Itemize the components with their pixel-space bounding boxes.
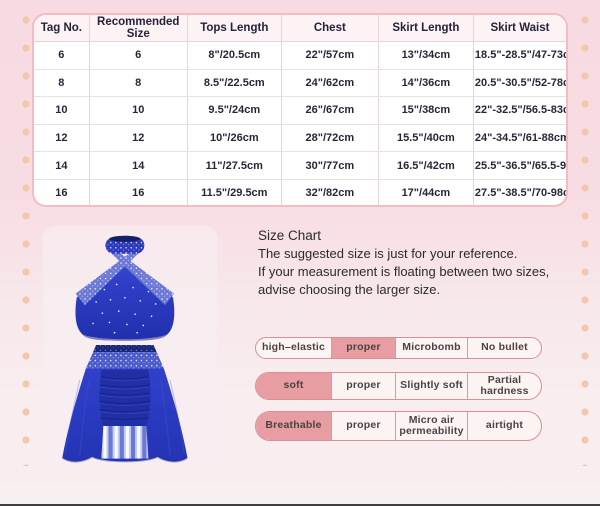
column-header: Skirt Waist bbox=[473, 15, 566, 42]
table-cell: 10 bbox=[89, 96, 188, 125]
table-cell: 6 bbox=[34, 41, 90, 70]
attribute-cell: Breathable bbox=[256, 412, 331, 440]
table-cell: 14"/36cm bbox=[378, 69, 474, 98]
table-cell: 8.5"/22.5cm bbox=[187, 69, 282, 98]
table-cell: 18.5"-28.5"/47-73cm bbox=[473, 41, 566, 70]
table-cell: 30"/77cm bbox=[281, 151, 379, 180]
attribute-cell: Slightly soft bbox=[395, 373, 467, 399]
table-cell: 26"/67cm bbox=[281, 96, 379, 125]
attribute-cell: proper bbox=[331, 373, 395, 399]
attribute-cell: proper bbox=[331, 338, 395, 358]
attribute-cell: Micro air permeability bbox=[395, 412, 467, 440]
table-cell: 10"/26cm bbox=[187, 124, 282, 153]
table-row: 10 10 9.5"/24cm 26"/67cm 15"/38cm 22"-32.5"/5… bbox=[34, 96, 566, 125]
attribute-cell: No bullet bbox=[467, 338, 541, 358]
table-cell: 11.5"/29.5cm bbox=[187, 179, 282, 205]
column-header: Skirt Length bbox=[378, 15, 474, 42]
attribute-cell: soft bbox=[256, 373, 331, 399]
size-note-line: The suggested size is just for your refe… bbox=[258, 246, 518, 261]
table-header-row: Tag No. Recommended Size Tops Length Chest S… bbox=[34, 15, 566, 42]
size-note-title: Size Chart bbox=[258, 228, 322, 243]
table-cell: 9.5"/24cm bbox=[187, 96, 282, 125]
table-cell: 8 bbox=[34, 69, 90, 98]
dotted-border-right bbox=[581, 16, 589, 466]
table-cell: 16 bbox=[34, 179, 90, 205]
table-cell: 24"/62cm bbox=[281, 69, 379, 98]
table-cell: 28"/72cm bbox=[281, 124, 379, 153]
attribute-cell: high–elastic bbox=[261, 341, 326, 354]
table-row: 14 14 11"/27.5cm 30"/77cm 16.5"/42cm 25.5"-36… bbox=[34, 151, 566, 180]
table-row: 12 12 10"/26cm 28"/72cm 15.5"/40cm 24"-34.5"/… bbox=[34, 124, 566, 153]
size-table: Tag No. Recommended Size Tops Length Chest S… bbox=[34, 15, 566, 205]
size-table-card: Tag No. Recommended Size Tops Length Chest S… bbox=[32, 13, 568, 207]
table-cell: 24"-34.5"/61-88cm bbox=[473, 124, 566, 153]
table-cell: 16 bbox=[89, 179, 188, 205]
table-cell: 15.5"/40cm bbox=[378, 124, 474, 153]
table-cell: 25.5"-36.5"/65.5-93cm bbox=[473, 151, 566, 180]
table-cell: 17"/44cm bbox=[378, 179, 474, 205]
table-cell: 11"/27.5cm bbox=[187, 151, 282, 180]
table-cell: 12 bbox=[34, 124, 90, 153]
table-cell: 14 bbox=[34, 151, 90, 180]
column-header: Tag No. bbox=[34, 15, 90, 42]
size-note: Size Chart The suggested size is just fo… bbox=[258, 227, 558, 299]
column-header: Recommended Size bbox=[89, 15, 188, 42]
table-cell: 13"/34cm bbox=[378, 41, 474, 70]
table-cell: 10 bbox=[34, 96, 90, 125]
table-cell: 6 bbox=[89, 41, 188, 70]
table-cell: 22"/57cm bbox=[281, 41, 379, 70]
table-cell: 12 bbox=[89, 124, 188, 153]
table-cell: 20.5"-30.5"/52-78cm bbox=[473, 69, 566, 98]
dotted-border-left bbox=[22, 16, 30, 466]
page-background: Tag No. Recommended Size Tops Length Chest S… bbox=[0, 0, 600, 506]
attribute-cell: airtight bbox=[467, 412, 541, 440]
column-header: Chest bbox=[281, 15, 379, 42]
attribute-row: Breathable proper Micro air permeability ai… bbox=[255, 411, 542, 441]
attribute-row: soft proper Slightly soft Partial hardness bbox=[255, 372, 542, 400]
attribute-row: high–elastic proper Microbomb No bullet bbox=[255, 337, 542, 359]
table-cell: 15"/38cm bbox=[378, 96, 474, 125]
table-row: 16 16 11.5"/29.5cm 32"/82cm 17"/44cm 27.5"-38… bbox=[34, 179, 566, 205]
table-cell: 8"/20.5cm bbox=[187, 41, 282, 70]
product-photo bbox=[42, 226, 218, 467]
attribute-cell: Microbomb bbox=[395, 338, 467, 358]
table-row: 8 8 8.5"/22.5cm 24"/62cm 14"/36cm 20.5"-30.5"… bbox=[34, 69, 566, 98]
table-cell: 22"-32.5"/56.5-83cm bbox=[473, 96, 566, 125]
attribute-cell: Partial hardness bbox=[467, 373, 541, 399]
column-header: Tops Length bbox=[187, 15, 282, 42]
table-cell: 27.5"-38.5"/70-98cm bbox=[473, 179, 566, 205]
table-row: 6 6 8"/20.5cm 22"/57cm 13"/34cm 18.5"-28.5"/4… bbox=[34, 41, 566, 70]
table-cell: 16.5"/42cm bbox=[378, 151, 474, 180]
table-cell: 32"/82cm bbox=[281, 179, 379, 205]
size-note-line: If your measurement is floating between … bbox=[258, 264, 550, 279]
attribute-cell: proper bbox=[331, 412, 395, 440]
size-note-line: advise choosing the larger size. bbox=[258, 282, 441, 297]
attribute-rows: high–elastic proper Microbomb No bullet soft… bbox=[255, 337, 542, 441]
table-cell: 14 bbox=[89, 151, 188, 180]
table-cell: 8 bbox=[89, 69, 188, 98]
